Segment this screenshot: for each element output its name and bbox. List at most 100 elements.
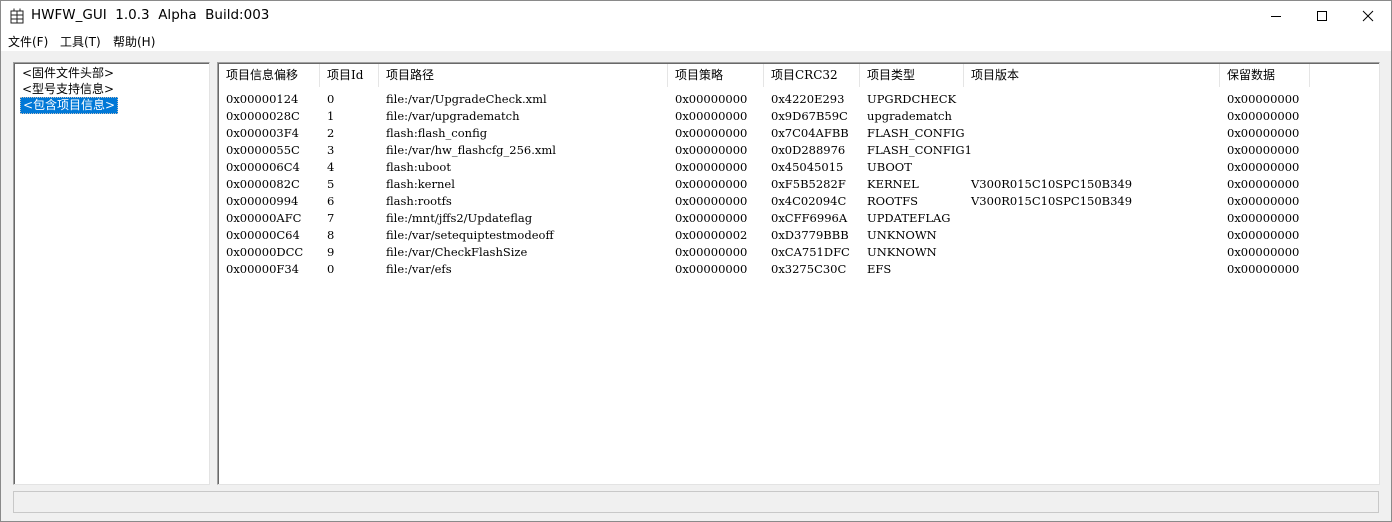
cell-crc32: 0x9D67B59C	[771, 109, 848, 123]
cell-type: FLASH_CONFIG	[867, 126, 965, 140]
close-button[interactable]	[1345, 1, 1391, 31]
cell-reserved: 0x00000000	[1227, 109, 1300, 123]
item-list-view[interactable]: 项目信息偏移 项目Id 项目路径 项目策略 项目CRC32 项目类型 项目版本 …	[217, 62, 1380, 485]
col-header-id[interactable]: 项目Id	[320, 64, 379, 87]
table-row[interactable]: 0x00000F34 0 file:/var/efs 0x00000000 0x3275…	[219, 261, 1319, 278]
cell-id: 1	[327, 109, 335, 123]
cell-type: UNKNOWN	[867, 228, 937, 242]
cell-crc32: 0xF5B5282F	[771, 177, 846, 191]
cell-version: V300R015C10SPC150B349	[971, 194, 1133, 208]
window-title: HWFW_GUI 1.0.3 Alpha Build:003	[31, 7, 270, 23]
cell-crc32: 0xCA751DFC	[771, 245, 850, 259]
col-header-crc32[interactable]: 项目CRC32	[764, 64, 860, 87]
app-window: HWFW_GUI 1.0.3 Alpha Build:003 文件(F) 工具(…	[0, 0, 1392, 522]
cell-path: file:/var/hw_flashcfg_256.xml	[386, 143, 556, 157]
cell-offset: 0x00000DCC	[226, 245, 304, 259]
cell-policy: 0x00000000	[675, 211, 748, 225]
minimize-button[interactable]	[1253, 1, 1299, 31]
table-row[interactable]: 0x000003F4 2 flash:flash_config 0x00000000 0…	[219, 125, 1319, 142]
menu-file[interactable]: 文件(F)	[8, 33, 48, 50]
col-header-reserved[interactable]: 保留数据	[1220, 64, 1310, 87]
cell-reserved: 0x00000000	[1227, 262, 1300, 276]
cell-crc32: 0x0D288976	[771, 143, 846, 157]
cell-crc32: 0x7C04AFBB	[771, 126, 849, 140]
col-header-offset[interactable]: 项目信息偏移	[219, 64, 320, 87]
cell-policy: 0x00000000	[675, 177, 748, 191]
cell-id: 2	[327, 126, 335, 140]
cell-id: 4	[327, 160, 335, 174]
cell-id: 5	[327, 177, 335, 191]
cell-reserved: 0x00000000	[1227, 245, 1300, 259]
tree-node-model-support[interactable]: <型号支持信息>	[20, 82, 116, 97]
firmware-app-icon	[10, 8, 24, 24]
tree-node-firmware-header[interactable]: <固件文件头部>	[20, 66, 116, 81]
cell-version	[964, 108, 971, 125]
table-row[interactable]: 0x00000C64 8 file:/var/setequiptestmodeoff…	[219, 227, 1319, 244]
cell-path: file:/var/UpgradeCheck.xml	[386, 92, 547, 106]
cell-crc32: 0x4C02094C	[771, 194, 847, 208]
cell-version	[964, 159, 971, 176]
list-header: 项目信息偏移 项目Id 项目路径 项目策略 项目CRC32 项目类型 项目版本 …	[219, 64, 1310, 87]
col-header-version[interactable]: 项目版本	[964, 64, 1220, 87]
cell-crc32: 0xCFF6996A	[771, 211, 848, 225]
cell-policy: 0x00000000	[675, 143, 748, 157]
cell-policy: 0x00000000	[675, 126, 748, 140]
table-row[interactable]: 0x0000055C 3 file:/var/hw_flashcfg_256.xml…	[219, 142, 1319, 159]
cell-id: 6	[327, 194, 335, 208]
cell-id: 0	[327, 92, 335, 106]
cell-crc32: 0x45045015	[771, 160, 844, 174]
menu-help[interactable]: 帮助(H)	[113, 33, 155, 50]
menu-tools[interactable]: 工具(T)	[60, 33, 101, 50]
close-icon	[1362, 10, 1374, 22]
cell-path: file:/mnt/jffs2/Updateflag	[386, 211, 533, 225]
cell-policy: 0x00000000	[675, 160, 748, 174]
cell-offset: 0x0000082C	[226, 177, 300, 191]
maximize-icon	[1317, 11, 1327, 21]
menu-bar: 文件(F) 工具(T) 帮助(H)	[1, 31, 1391, 51]
cell-crc32: 0x4220E293	[771, 92, 845, 106]
tree-panel[interactable]: <固件文件头部> <型号支持信息> <包含项目信息>	[13, 62, 210, 485]
cell-type: KERNEL	[867, 177, 919, 191]
table-row[interactable]: 0x00000994 6 flash:rootfs 0x00000000 0x4C020…	[219, 193, 1319, 210]
cell-offset: 0x0000028C	[226, 109, 300, 123]
col-header-policy[interactable]: 项目策略	[668, 64, 764, 87]
cell-reserved: 0x00000000	[1227, 126, 1300, 140]
cell-id: 3	[327, 143, 335, 157]
cell-reserved: 0x00000000	[1227, 177, 1300, 191]
table-row[interactable]: 0x00000124 0 file:/var/UpgradeCheck.xml 0x0…	[219, 91, 1319, 108]
cell-policy: 0x00000000	[675, 245, 748, 259]
cell-version	[964, 244, 971, 261]
table-row[interactable]: 0x00000DCC 9 file:/var/CheckFlashSize 0x000…	[219, 244, 1319, 261]
cell-offset: 0x00000C64	[226, 228, 300, 242]
cell-id: 0	[327, 262, 335, 276]
cell-version	[964, 91, 971, 108]
cell-reserved: 0x00000000	[1227, 160, 1300, 174]
cell-offset: 0x00000F34	[226, 262, 299, 276]
table-row[interactable]: 0x000006C4 4 flash:uboot 0x00000000 0x450450…	[219, 159, 1319, 176]
cell-type: upgradematch	[867, 109, 952, 123]
cell-path: flash:kernel	[386, 177, 455, 191]
col-header-type[interactable]: 项目类型	[860, 64, 964, 87]
cell-policy: 0x00000002	[675, 228, 748, 242]
cell-version	[964, 125, 971, 142]
table-row[interactable]: 0x0000028C 1 file:/var/upgradematch 0x00000…	[219, 108, 1319, 125]
cell-type: ROOTFS	[867, 194, 919, 208]
cell-offset: 0x0000055C	[226, 143, 300, 157]
cell-type: EFS	[867, 262, 892, 276]
cell-offset: 0x00000994	[226, 194, 299, 208]
cell-crc32: 0xD3779BBB	[771, 228, 849, 242]
cell-path: flash:rootfs	[386, 194, 452, 208]
cell-path: flash:flash_config	[386, 126, 488, 140]
cell-path: flash:uboot	[386, 160, 451, 174]
cell-version	[964, 227, 971, 244]
tree-node-item-info[interactable]: <包含项目信息>	[20, 97, 119, 114]
cell-id: 7	[327, 211, 335, 225]
col-header-path[interactable]: 项目路径	[379, 64, 668, 87]
title-bar[interactable]: HWFW_GUI 1.0.3 Alpha Build:003	[1, 1, 1391, 31]
table-row[interactable]: 0x0000082C 5 flash:kernel 0x00000000 0xF5B52…	[219, 176, 1319, 193]
maximize-button[interactable]	[1299, 1, 1345, 31]
table-row[interactable]: 0x00000AFC 7 file:/mnt/jffs2/Updateflag 0x0…	[219, 210, 1319, 227]
cell-path: file:/var/upgradematch	[386, 109, 520, 123]
cell-offset: 0x00000124	[226, 92, 299, 106]
cell-version	[964, 142, 971, 159]
